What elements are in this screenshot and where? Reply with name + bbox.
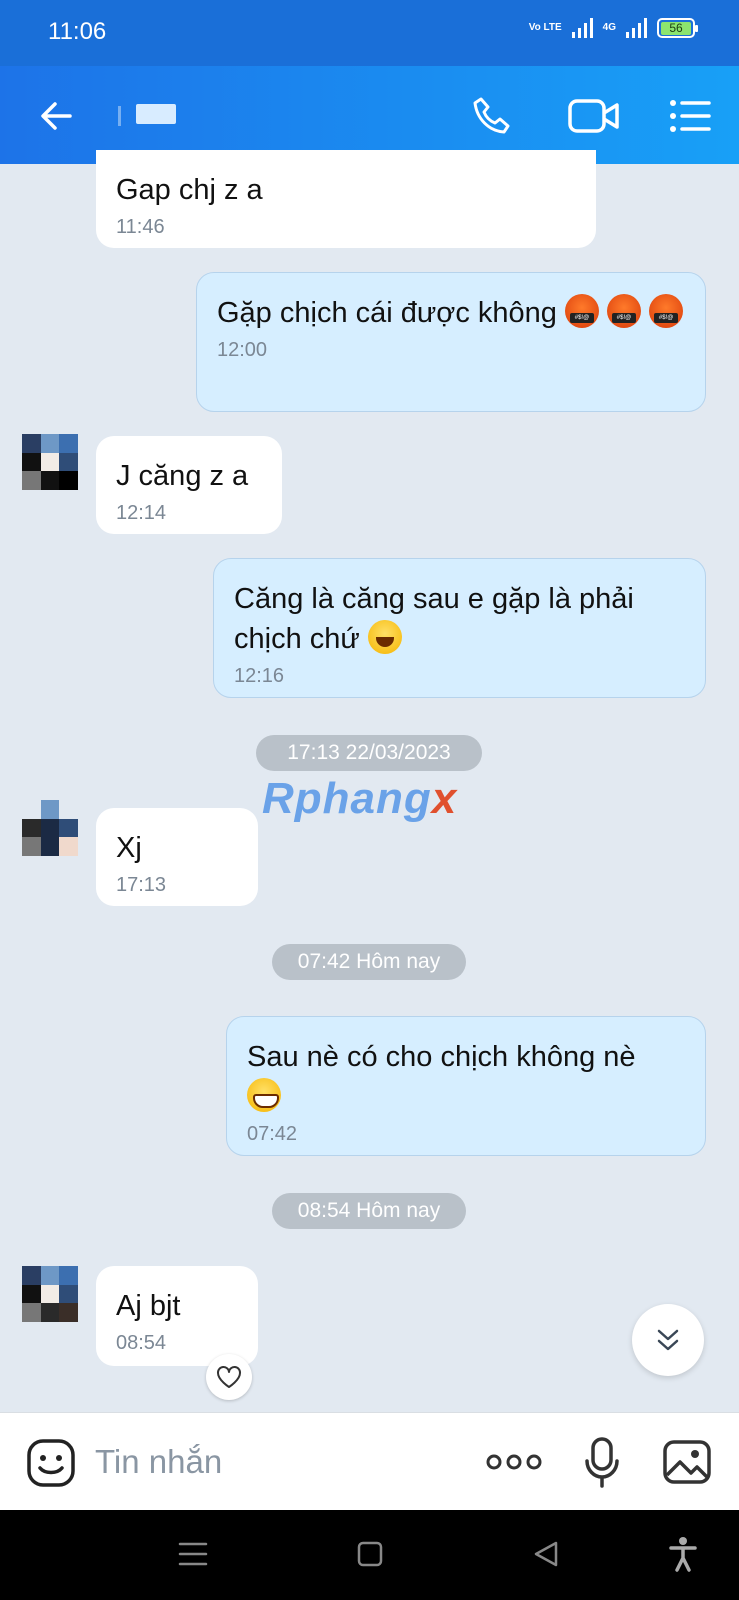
accessibility-person-icon	[669, 1537, 697, 1572]
voice-record-button[interactable]	[584, 1437, 620, 1494]
message-time: 12:14	[116, 502, 167, 524]
message-bubble-outgoing[interactable]: Căng là căng sau e gặp là phải chịch chứ…	[213, 558, 706, 698]
home-button[interactable]	[356, 1540, 384, 1573]
contact-name-redacted-edge	[118, 106, 121, 126]
message-text: Gap chj z a	[116, 174, 263, 206]
scroll-to-bottom-button[interactable]	[632, 1304, 704, 1376]
message-time: 11:46	[116, 216, 165, 238]
message-text: Căng là căng sau e gặp là phải	[234, 583, 634, 615]
more-options-button[interactable]	[486, 1453, 542, 1476]
system-nav-bar	[0, 1510, 739, 1600]
angry-face-emoji-icon	[564, 294, 599, 328]
signal-2-icon	[626, 18, 647, 38]
message-text: Aj bjt	[116, 1290, 181, 1322]
date-separator: 17:13 22/03/2023	[256, 735, 482, 771]
phone-icon	[473, 97, 510, 134]
watermark-logo: Rphangx	[262, 774, 457, 824]
image-gallery-icon	[663, 1440, 711, 1484]
volte-indicator: Vo LTE	[528, 22, 562, 33]
message-time: 07:42	[247, 1123, 298, 1145]
sticker-button[interactable]	[26, 1438, 76, 1493]
contact-name-redacted[interactable]	[136, 104, 176, 124]
square-home-icon	[357, 1541, 383, 1567]
battery-level: 56	[661, 21, 691, 35]
message-time: 08:54	[116, 1332, 167, 1354]
triangle-back-icon	[534, 1541, 558, 1567]
recent-apps-button[interactable]	[178, 1540, 208, 1573]
watermark-main: Rphang	[262, 774, 432, 823]
microphone-icon	[585, 1437, 619, 1488]
accessibility-button[interactable]	[668, 1536, 698, 1577]
react-heart-button[interactable]	[206, 1354, 252, 1400]
message-text: Xj	[116, 832, 142, 864]
menu-lines-icon	[178, 1542, 208, 1566]
date-separator: 07:42 Hôm nay	[272, 944, 466, 980]
laughing-tears-emoji-icon	[367, 620, 402, 654]
watermark-accent: x	[431, 774, 458, 823]
message-text: J căng z a	[116, 460, 249, 492]
message-text: Gặp chịch cái được không	[217, 293, 685, 333]
message-text-content: chịch chứ	[234, 623, 360, 655]
call-button[interactable]	[470, 94, 514, 138]
message-bubble-incoming[interactable]: Aj bjt 08:54	[96, 1266, 258, 1366]
network-4g-indicator: 4G	[602, 22, 616, 33]
date-separator: 08:54 Hôm nay	[272, 1193, 466, 1229]
more-dots-icon	[486, 1454, 542, 1470]
contact-avatar[interactable]	[22, 434, 78, 490]
message-time: 12:16	[234, 665, 285, 687]
status-bar: 11:06 Vo LTE 4G 56	[0, 0, 739, 66]
status-icons: Vo LTE 4G 56	[528, 18, 698, 38]
angry-face-emoji-icon	[607, 294, 642, 328]
menu-button[interactable]	[668, 94, 712, 138]
angry-face-emoji-icon	[649, 294, 684, 328]
heart-icon	[217, 1366, 241, 1388]
message-bubble-incoming[interactable]: J căng z a 12:14	[96, 436, 282, 534]
video-call-button[interactable]	[566, 94, 622, 138]
list-menu-icon	[670, 100, 711, 132]
message-text-line2: chịch chứ	[234, 619, 685, 659]
message-time: 17:13	[116, 874, 167, 896]
back-nav-button[interactable]	[532, 1540, 560, 1573]
arrow-left-icon	[41, 102, 72, 130]
message-bubble-outgoing[interactable]: Gặp chịch cái được không 12:00	[196, 272, 706, 412]
message-time: 12:00	[217, 339, 268, 361]
message-text: Sau nè có cho chịch không nè	[247, 1041, 636, 1073]
grinning-face-emoji-icon	[247, 1078, 281, 1112]
message-bubble-outgoing[interactable]: Sau nè có cho chịch không nè 07:42	[226, 1016, 706, 1156]
message-bubble-incoming[interactable]: Gap chj z a 11:46	[96, 150, 596, 248]
double-chevron-down-icon	[657, 1329, 679, 1351]
message-input-bar: Tin nhắn	[0, 1412, 739, 1510]
battery-icon: 56	[657, 18, 698, 38]
message-bubble-incoming[interactable]: Xj 17:13	[96, 808, 258, 906]
emoji-sticker-icon	[27, 1439, 75, 1487]
signal-icon	[571, 18, 593, 38]
send-image-button[interactable]	[662, 1439, 712, 1490]
message-input[interactable]: Tin nhắn	[95, 1443, 222, 1481]
contact-avatar[interactable]	[22, 800, 78, 856]
message-text-line2	[247, 1077, 685, 1117]
back-button[interactable]	[34, 94, 78, 138]
video-camera-icon	[568, 99, 619, 133]
status-time: 11:06	[48, 18, 107, 45]
message-text-content: Gặp chịch cái được không	[217, 297, 557, 329]
contact-avatar[interactable]	[22, 1266, 78, 1322]
